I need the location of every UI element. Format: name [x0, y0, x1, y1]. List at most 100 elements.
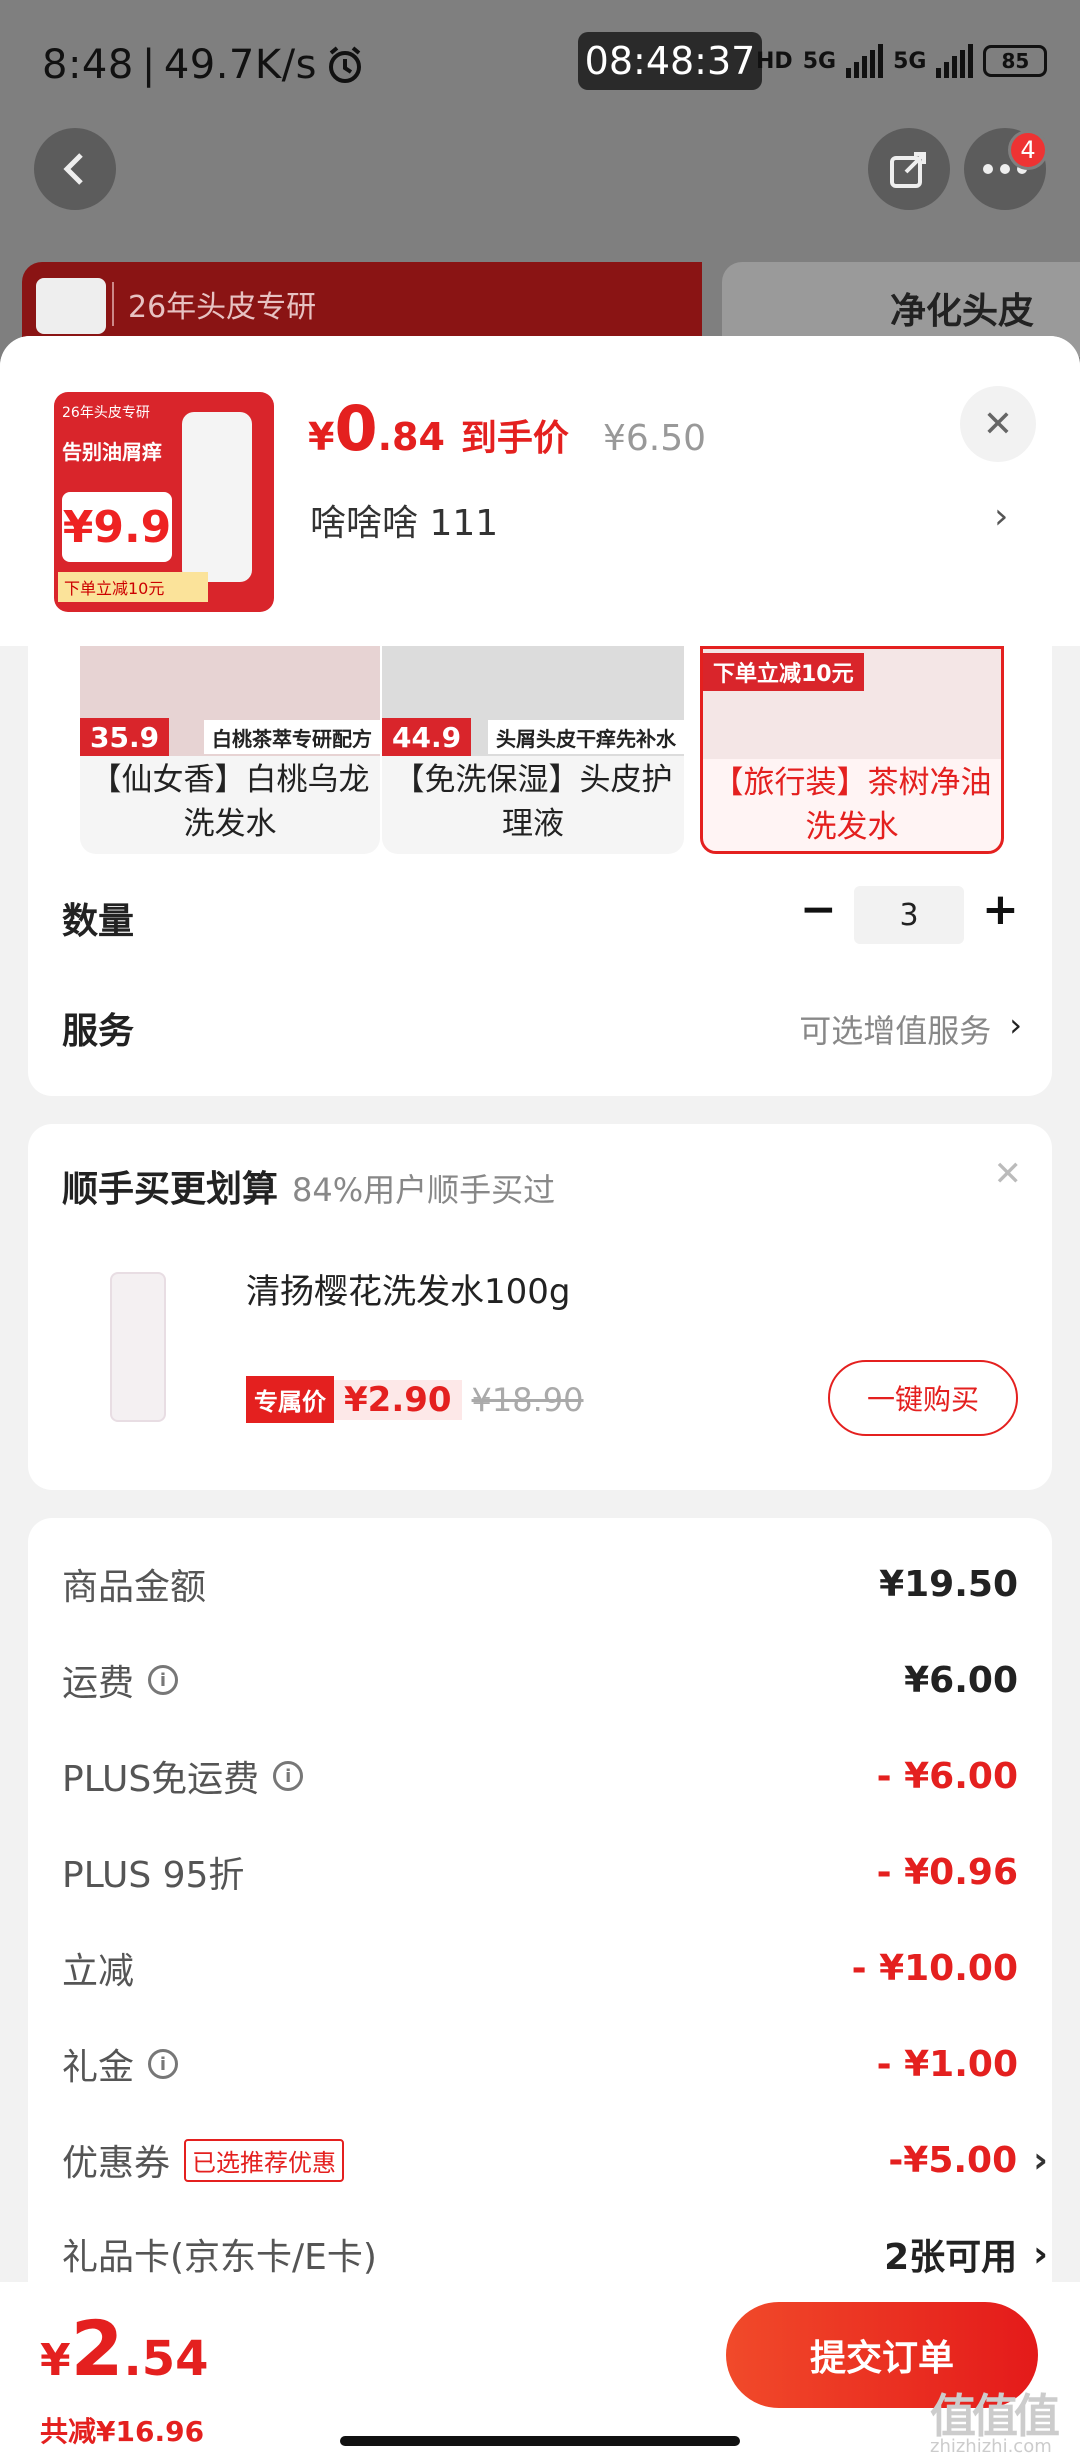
- info-icon[interactable]: i: [273, 1761, 304, 1791]
- fee-label: PLUS免运费: [62, 1759, 260, 1800]
- quantity-input[interactable]: 3: [854, 886, 964, 944]
- variant-card[interactable]: 35.9 白桃茶萃专研配方 【仙女香】白桃乌龙洗发水: [80, 646, 380, 854]
- watermark-url: zhizhizhi.com: [930, 2436, 1052, 2457]
- status-bar: 8:48 | 49.7K/s 08:48:37 HD 5G 5G 85: [0, 0, 1080, 130]
- total-currency: ¥: [40, 2335, 71, 2386]
- status-time: 8:48: [42, 42, 134, 88]
- service-value: 可选增值服务: [799, 1012, 992, 1050]
- clock-chip: 08:48:37: [578, 32, 762, 90]
- network-5g-label: 5G: [802, 48, 837, 74]
- fee-value: - ¥1.00: [876, 2043, 1018, 2085]
- quantity-increase-button[interactable]: +: [982, 884, 1019, 935]
- variant-price-tag: 44.9: [382, 718, 472, 756]
- chevron-right-icon: ›: [1033, 2233, 1048, 2275]
- network-5g-label-2: 5G: [893, 48, 927, 74]
- chevron-right-icon[interactable]: ›: [994, 496, 1008, 537]
- hd-icon: HD: [756, 48, 793, 74]
- price-integer: 0: [334, 392, 378, 465]
- service-label: 服务: [62, 1011, 135, 1052]
- fee-row-gift-money: 礼金 i - ¥1.00: [62, 2034, 1018, 2094]
- back-button[interactable]: [34, 128, 116, 210]
- home-indicator[interactable]: [340, 2436, 740, 2446]
- status-right: HD 5G 5G 85: [756, 44, 1048, 78]
- service-selector[interactable]: 可选增值服务 ›: [799, 1006, 1022, 1052]
- close-button[interactable]: ✕: [960, 386, 1036, 462]
- info-icon[interactable]: i: [148, 2049, 179, 2079]
- share-icon: [890, 152, 926, 188]
- fee-label: 运费: [62, 1663, 135, 1704]
- addon-header: 顺手买更划算 84%用户顺手买过: [62, 1160, 555, 1212]
- quantity-decrease-button[interactable]: −: [800, 884, 837, 935]
- price-label: 到手价: [460, 418, 569, 459]
- addon-price: ¥2.90: [334, 1379, 462, 1420]
- fee-value: 2张可用: [884, 2237, 1018, 2278]
- variant-desc: 头屑头皮干痒先补水: [488, 720, 684, 754]
- addon-price-row: 专属价 ¥2.90 ¥18.90: [246, 1376, 584, 1423]
- product-header: 26年头皮专研 告别油屑痒 ¥9.9 下单立减10元 ¥ 0 .84 到手价 ¥…: [0, 336, 1080, 646]
- total-decimal: .54: [123, 2331, 209, 2387]
- fee-row-plus-discount: PLUS 95折 - ¥0.96: [62, 1842, 1018, 1902]
- addon-product-name: 清扬樱花洗发水100g: [246, 1272, 571, 1312]
- addon-original-price: ¥18.90: [471, 1380, 584, 1419]
- thumb-tag-main: 告别油屑痒: [62, 440, 162, 464]
- coupon-tag: 已选推荐优惠: [184, 2138, 345, 2182]
- fee-value: - ¥6.00: [876, 1755, 1018, 1797]
- variant-price-tag: 下单立减10元: [703, 653, 864, 691]
- notification-badge: 4: [1008, 130, 1048, 170]
- variant-desc: 白桃茶萃专研配方: [204, 720, 380, 754]
- fee-value: ¥19.50: [879, 1563, 1018, 1605]
- alarm-icon: [328, 46, 361, 83]
- network-speed: 49.7K/s: [163, 42, 317, 88]
- order-sheet: 26年头皮专研 告别油屑痒 ¥9.9 下单立减10元 ¥ 0 .84 到手价 ¥…: [0, 336, 1080, 2460]
- chevron-right-icon: ›: [1033, 2139, 1048, 2181]
- thumb-price: ¥9.9: [62, 492, 172, 562]
- addon-product-image: [110, 1272, 166, 1422]
- variant-name: 【免洗保湿】头皮护理液: [393, 762, 673, 842]
- fee-value: - ¥0.96: [876, 1851, 1018, 1893]
- checkout-footer: ¥ 2 .54 共减¥16.96 提交订单: [0, 2282, 1080, 2460]
- price-decimal: .84: [377, 415, 445, 459]
- back-arrow-icon: [63, 153, 83, 185]
- addon-price-tag: 专属价: [246, 1376, 334, 1423]
- fee-row-plus-shipping: PLUS免运费 i - ¥6.00: [62, 1746, 1018, 1806]
- selected-spec[interactable]: 啥啥啥 111: [310, 494, 498, 546]
- brand-logo: [36, 278, 106, 334]
- thumb-tag-bottom: 下单立减10元: [58, 572, 208, 602]
- banner-text: 26年头皮专研: [112, 282, 316, 326]
- addon-title: 顺手买更划算: [62, 1169, 279, 1210]
- signal-icon: [846, 44, 884, 78]
- price-currency: ¥: [308, 415, 335, 459]
- fee-label: 商品金额: [62, 1567, 207, 1608]
- fee-label: 立减: [62, 1951, 135, 1992]
- addon-section: 顺手买更划算 84%用户顺手买过 ✕ 清扬樱花洗发水100g 专属价 ¥2.90…: [28, 1124, 1052, 1490]
- info-icon[interactable]: i: [148, 1665, 179, 1695]
- thumb-tag-top: 26年头皮专研: [62, 405, 150, 421]
- battery-icon: 85: [983, 45, 1048, 77]
- original-price: ¥6.50: [602, 418, 706, 459]
- fee-row-coupon[interactable]: 优惠券 已选推荐优惠 -¥5.00 ›: [62, 2130, 1048, 2190]
- addon-close-icon[interactable]: ✕: [994, 1154, 1023, 1194]
- signal-icon-2: [936, 44, 974, 78]
- addon-subtitle: 84%用户顺手买过: [292, 1171, 556, 1209]
- addon-buy-button[interactable]: 一键购买: [828, 1360, 1018, 1436]
- variant-name: 【仙女香】白桃乌龙洗发水: [90, 762, 370, 842]
- status-left: 8:48 | 49.7K/s: [42, 42, 365, 88]
- fee-label: 礼品卡(京东卡/E卡): [62, 2237, 377, 2278]
- variant-card[interactable]: 44.9 头屑头皮干痒先补水 【免洗保湿】头皮护理液: [382, 646, 684, 854]
- share-button[interactable]: [868, 128, 950, 210]
- bottle-image: [182, 412, 252, 582]
- variant-name: 【旅行装】茶树净油洗发水: [712, 765, 992, 845]
- fee-row-shipping: 运费 i ¥6.00: [62, 1650, 1018, 1710]
- fee-row-instant-discount: 立减 - ¥10.00: [62, 1938, 1018, 1998]
- fee-label: 礼金: [62, 2047, 135, 2088]
- total-price: ¥ 2 .54: [40, 2304, 209, 2393]
- fee-row-gift-card[interactable]: 礼品卡(京东卡/E卡) 2张可用 ›: [62, 2224, 1048, 2284]
- fee-value: ¥6.00: [904, 1659, 1018, 1701]
- saved-amount: 共减¥16.96: [40, 2415, 205, 2448]
- chevron-right-icon: ›: [1009, 1006, 1022, 1044]
- quantity-label: 数量: [62, 901, 135, 942]
- fee-label: PLUS 95折: [62, 1855, 245, 1896]
- fee-value: - ¥10.00: [851, 1947, 1018, 1989]
- fee-row-goods: 商品金额 ¥19.50: [62, 1554, 1018, 1614]
- variant-card-selected[interactable]: 下单立减10元 【旅行装】茶树净油洗发水: [700, 646, 1004, 854]
